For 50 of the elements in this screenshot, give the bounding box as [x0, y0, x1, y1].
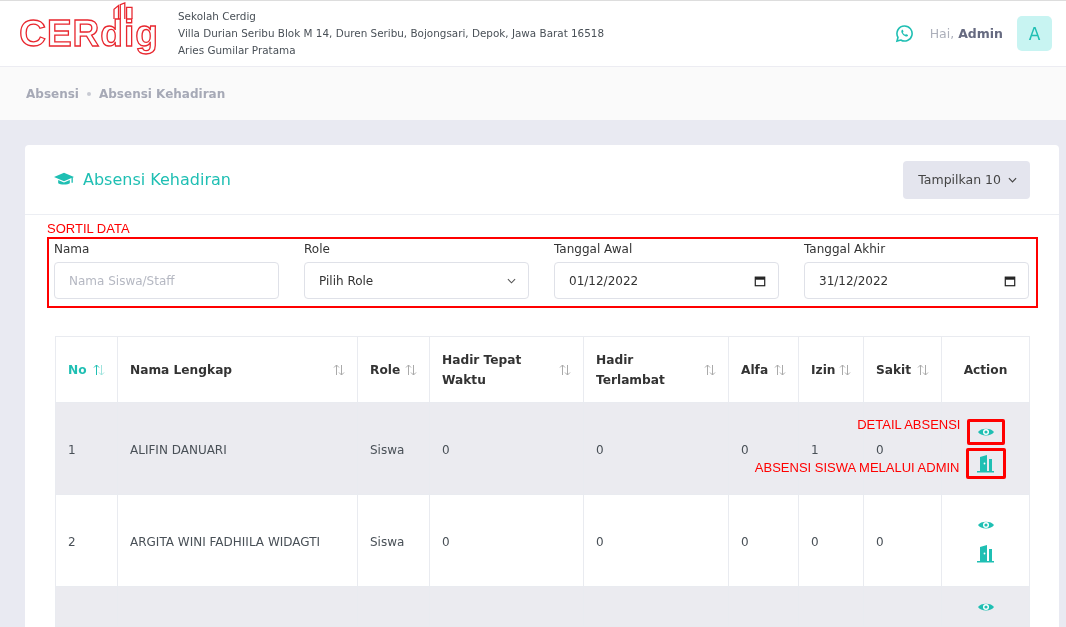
graduation-cap-icon — [54, 172, 74, 187]
table-cell: 0 — [596, 443, 604, 457]
column-header[interactable]: Izin — [811, 359, 836, 380]
column-header[interactable]: Alfa — [741, 359, 769, 380]
column-header: Action — [963, 361, 1008, 379]
chevron-down-icon — [1008, 176, 1017, 183]
role-dropdown[interactable]: Pilih Role — [304, 262, 529, 299]
table-cell: 0 — [876, 443, 884, 457]
annotation-label: DETAIL ABSENSI — [857, 416, 961, 432]
name-field[interactable]: Nama Siswa/Staff — [54, 262, 279, 299]
table-cell: 0 — [741, 443, 749, 457]
field-label: Nama — [54, 242, 91, 256]
table-cell: 0 — [741, 535, 749, 549]
column-header[interactable]: Sakit — [876, 359, 912, 380]
table-cell: 0 — [876, 535, 884, 549]
column-header[interactable]: Nama Lengkap — [130, 359, 233, 380]
page-size-button[interactable]: Tampilkan 10 — [903, 160, 1030, 199]
table-cell: 0 — [442, 535, 450, 549]
table-cell: 1 — [811, 443, 819, 457]
field-label: Tanggal Awal — [554, 242, 634, 256]
annotation-label: ABSENSI SISWA MELALUI ADMIN — [754, 459, 960, 475]
building-icon — [112, 1, 134, 20]
logo: CERdig — [19, 13, 159, 54]
table-cell: 0 — [811, 535, 819, 549]
date-field[interactable]: 31/12/2022 — [804, 262, 1029, 299]
column-header[interactable]: Role — [370, 359, 401, 380]
calendar-icon — [754, 274, 766, 287]
table-cell: ARGITA WINI FADHIILA WIDAGTI — [130, 535, 321, 549]
door-icon[interactable] — [975, 453, 996, 473]
card-title: Absensi Kehadiran — [83, 170, 231, 189]
table-cell: 0 — [596, 535, 604, 549]
greeting-text: Hai, — [929, 26, 955, 41]
chevron-down-icon — [507, 277, 516, 284]
field-label: Role — [304, 242, 331, 256]
table-cell: ALIFIN DANUARI — [130, 443, 227, 457]
table-cell: 1 — [68, 443, 76, 457]
table-cell: 2 — [68, 535, 76, 549]
table-cell: 0 — [442, 443, 450, 457]
school-address: Villa Durian Seribu Blok M 14, Duren Seribu, Bojongsari, Depok, Jawa Barat 16518 — [178, 26, 605, 41]
field-label: Tanggal Akhir — [804, 242, 887, 256]
date-field[interactable]: 01/12/2022 — [554, 262, 779, 299]
whatsapp-icon — [894, 24, 914, 43]
user-name: Admin — [958, 26, 1003, 41]
door-icon[interactable] — [975, 544, 996, 563]
calendar-icon — [1004, 274, 1016, 287]
school-name: Sekolah Cerdig — [178, 9, 257, 24]
annotation-label: SORTIL DATA — [47, 221, 131, 237]
table-cell: Siswa — [370, 535, 405, 549]
principal-name: Aries Gumilar Pratama — [178, 43, 297, 58]
table-cell: Siswa — [370, 443, 405, 457]
